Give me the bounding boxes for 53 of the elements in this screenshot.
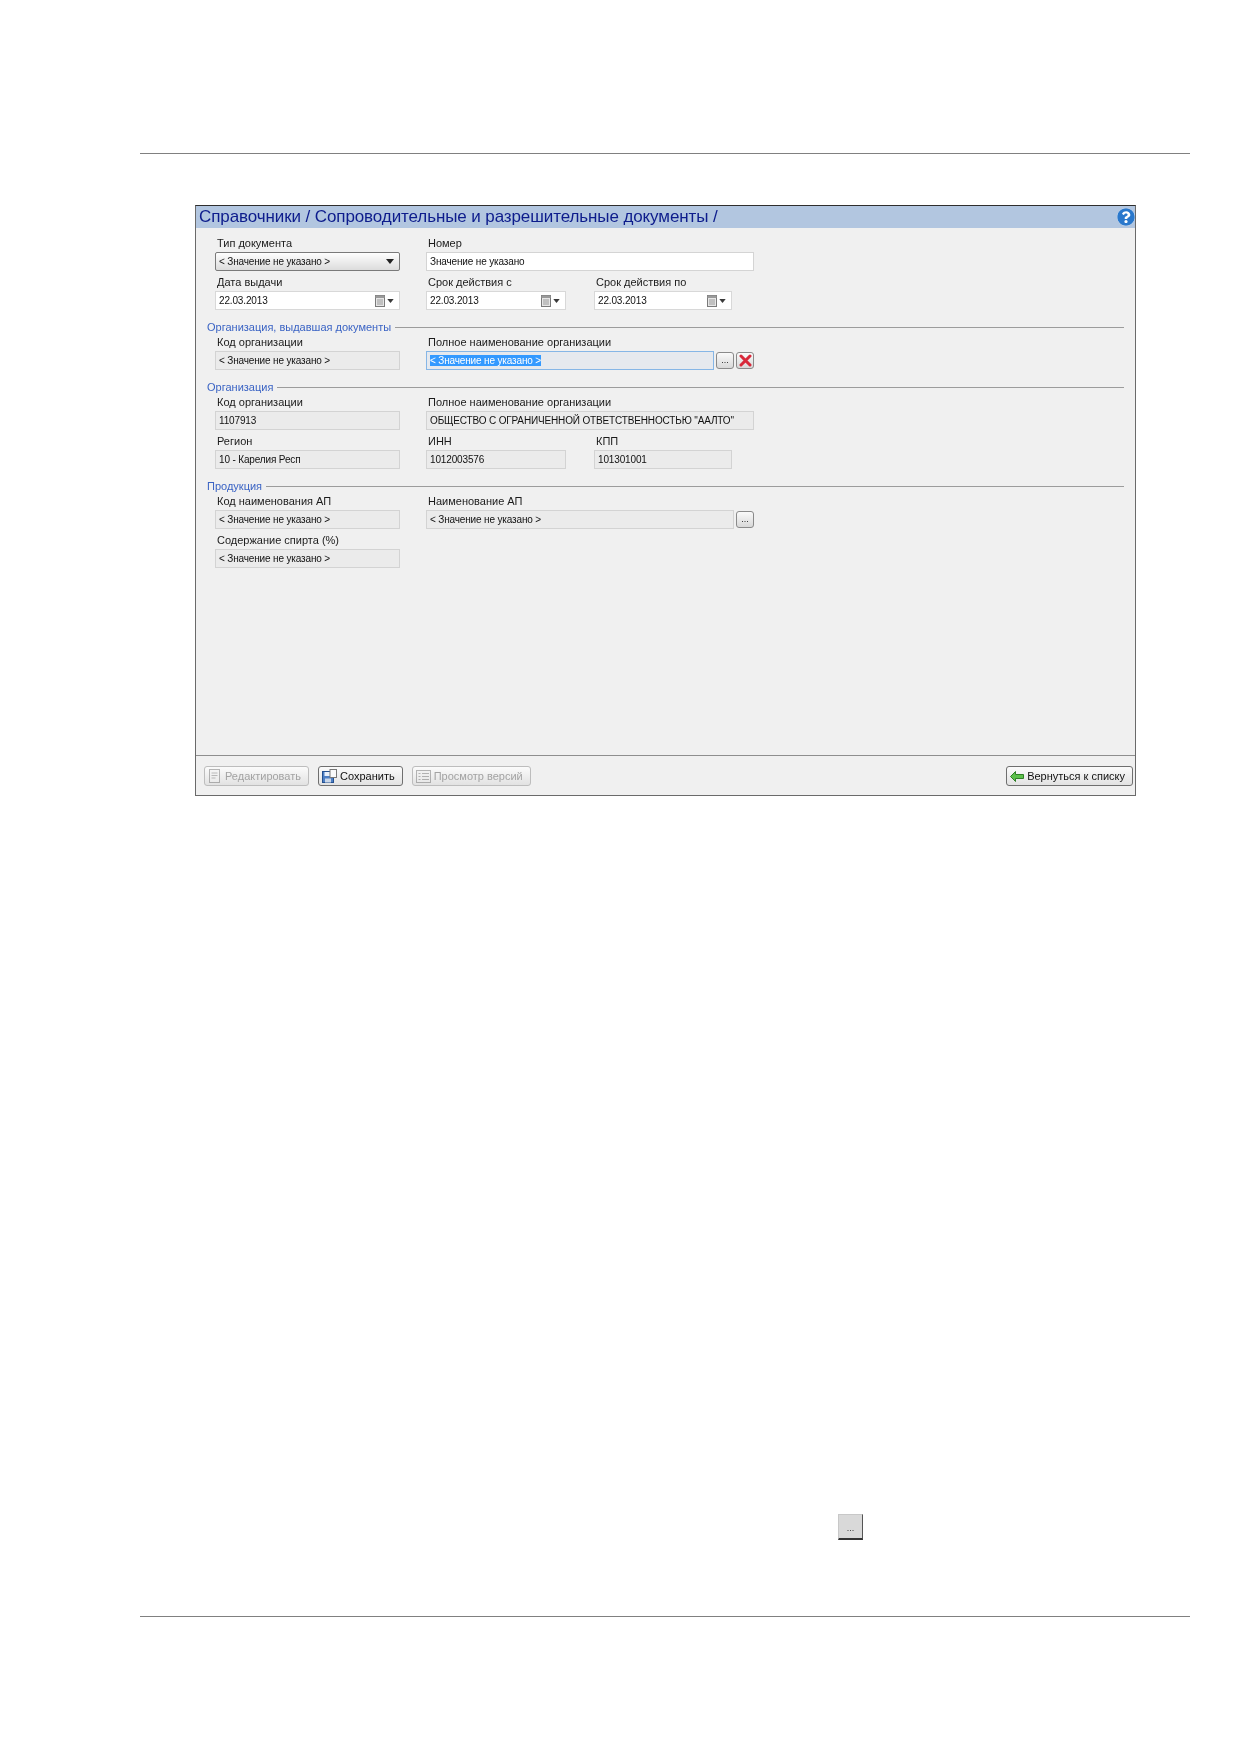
- date-field[interactable]: 22.03.2013: [426, 291, 566, 310]
- toolbar-button[interactable]: Сохранить: [318, 766, 403, 786]
- readonly-field: 101301001: [594, 450, 732, 469]
- field-label: Срок действия по: [595, 275, 687, 289]
- section-title: Продукция: [207, 479, 263, 493]
- dropdown-field[interactable]: < Значение не указано >: [215, 252, 400, 271]
- field-label: Номер: [427, 236, 462, 250]
- section-title: Организация: [207, 380, 274, 394]
- calendar-icon: [541, 294, 551, 307]
- field-label: Полное наименование организации: [427, 335, 612, 349]
- date-field[interactable]: 22.03.2013: [215, 291, 400, 310]
- field-label: Наименование АП: [427, 494, 523, 508]
- section-title: Организация, выдавшая документы: [207, 320, 392, 334]
- readonly-field: 1012003576: [426, 450, 566, 469]
- toolbar-button[interactable]: Вернуться к списку: [1006, 766, 1133, 786]
- help-icon[interactable]: [1117, 208, 1135, 226]
- readonly-field: < Значение не указано >: [215, 549, 400, 568]
- browse-button[interactable]: ...: [736, 511, 754, 528]
- save-icon: [322, 769, 337, 783]
- readonly-field: < Значение не указано >: [215, 510, 400, 529]
- caret-icon: [553, 298, 560, 303]
- readonly-field: ОБЩЕСТВО С ОГРАНИЧЕННОЙ ОТВЕТСТВЕННОСТЬЮ "ААЛТО": [426, 411, 754, 430]
- field-label: Код организации: [216, 395, 303, 409]
- readonly-field: < Значение не указано >: [215, 351, 400, 370]
- calendar-icon: [375, 294, 385, 307]
- field-label: Дата выдачи: [216, 275, 283, 289]
- caret-icon: [387, 298, 394, 303]
- list-icon: [415, 769, 431, 783]
- calendar-icon: [707, 294, 717, 307]
- caret-icon: [719, 298, 726, 303]
- readonly-field: 10 - Карелия Респ: [215, 450, 400, 469]
- field-label: Полное наименование организации: [427, 395, 612, 409]
- field-label: Код наименования АП: [216, 494, 332, 508]
- field-label: Тип документа: [216, 236, 293, 250]
- input-field[interactable]: Значение не указано: [426, 252, 754, 271]
- field-label: ИНН: [427, 434, 452, 448]
- document-icon: [208, 769, 222, 783]
- date-field[interactable]: 22.03.2013: [594, 291, 732, 310]
- field-label: Код организации: [216, 335, 303, 349]
- readonly-field: < Значение не указано >: [426, 351, 714, 370]
- readonly-field: < Значение не указано >: [426, 510, 734, 529]
- window-title: Справочники / Сопроводительные и разрешительные документы /: [199, 207, 718, 227]
- ellipsis-button[interactable]: ...: [838, 1514, 863, 1540]
- readonly-field: 1107913: [215, 411, 400, 430]
- arrow-left-icon: [1010, 770, 1025, 782]
- cross-icon: [738, 354, 752, 367]
- caret-icon: [386, 259, 394, 264]
- browse-button[interactable]: ...: [716, 352, 734, 369]
- field-label: Содержание спирта (%): [216, 533, 339, 547]
- field-label: Регион: [216, 434, 253, 448]
- field-label: КПП: [595, 434, 619, 448]
- field-label: Срок действия с: [427, 275, 512, 289]
- clear-button[interactable]: [736, 352, 754, 369]
